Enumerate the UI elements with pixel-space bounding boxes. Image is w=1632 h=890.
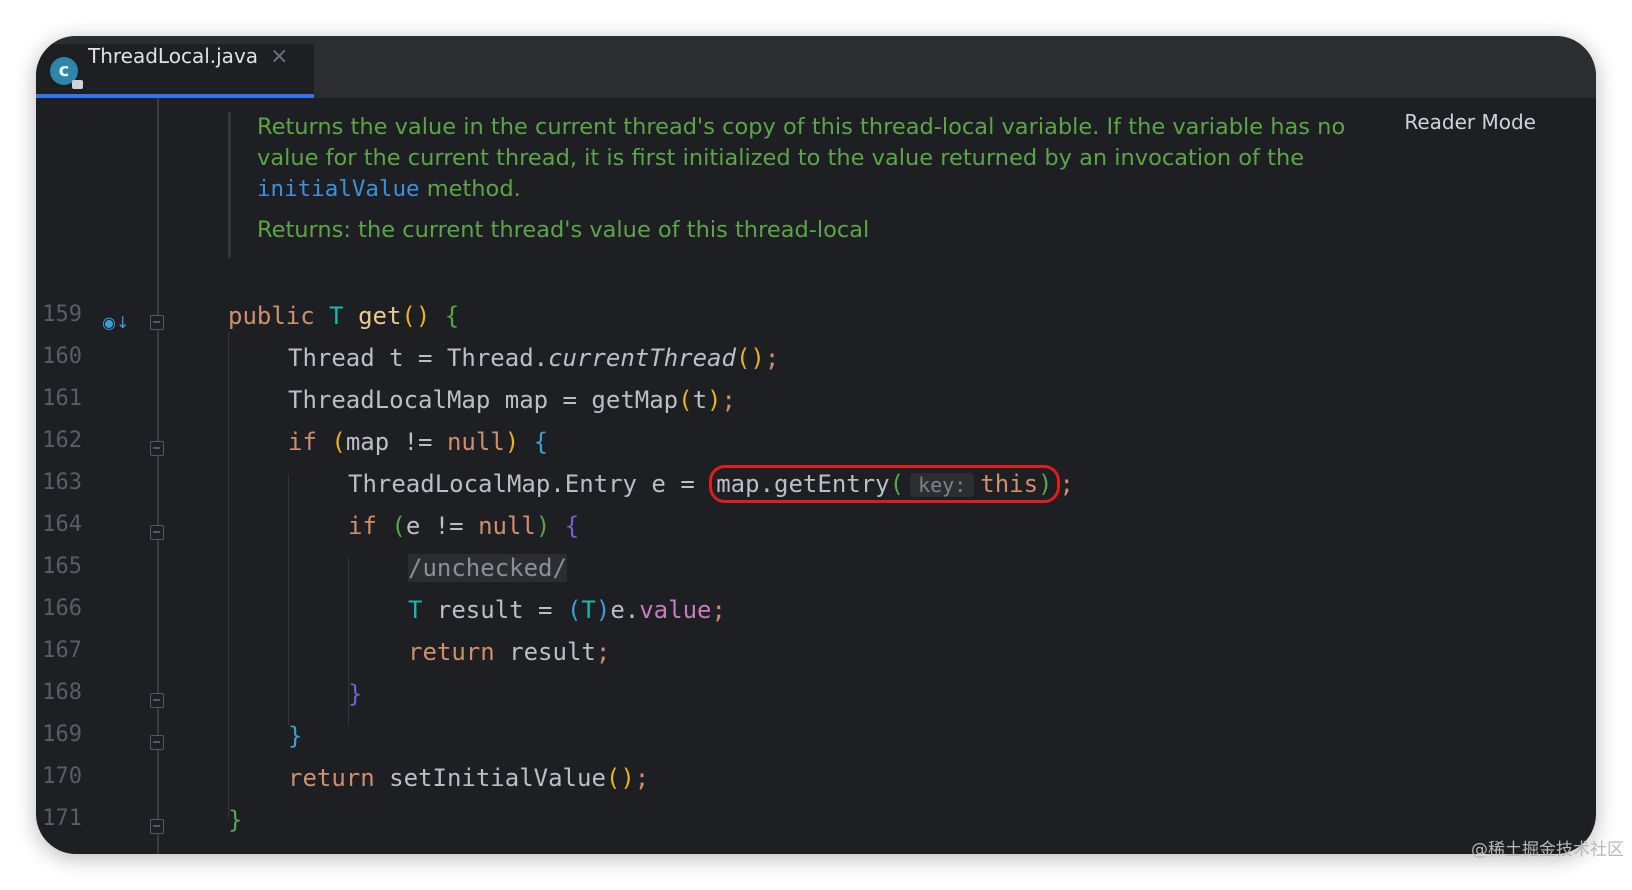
- fold-marker-icon[interactable]: [150, 819, 164, 834]
- line-number: 163: [42, 470, 82, 495]
- code-editor[interactable]: Reader Mode Returns the value in the cur…: [36, 98, 1596, 854]
- code-text: if (map != null) {: [288, 428, 549, 456]
- doc-returns: Returns: the current thread's value of t…: [257, 217, 870, 243]
- code-line-159[interactable]: 159 ◉↓ public T get() {: [36, 302, 1596, 344]
- doc-line: Returns the value in the current thread'…: [257, 114, 1346, 140]
- line-number: 166: [42, 596, 82, 621]
- code-line-162[interactable]: 162 if (map != null) {: [36, 428, 1596, 470]
- code-line-171[interactable]: 171 }: [36, 806, 1596, 848]
- tab-threadlocal-java[interactable]: c ThreadLocal.java ×: [36, 44, 314, 98]
- code-line-169[interactable]: 169 }: [36, 722, 1596, 764]
- line-number: 168: [42, 680, 82, 705]
- code-line-164[interactable]: 164 if (e != null) {: [36, 512, 1596, 554]
- code-line-161[interactable]: 161 ThreadLocalMap map = getMap(t);: [36, 386, 1596, 428]
- code-text: /unchecked/: [408, 554, 567, 596]
- line-number: 160: [42, 344, 82, 369]
- fold-marker-icon[interactable]: [150, 735, 164, 750]
- line-number: 167: [42, 638, 82, 663]
- javadoc-block: Returns the value in the current thread'…: [228, 112, 1428, 258]
- tab-label: ThreadLocal.java: [88, 44, 259, 68]
- code-text: }: [348, 680, 363, 708]
- editor-window: c ThreadLocal.java × Reader Mode Returns…: [36, 36, 1596, 854]
- line-number: 161: [42, 386, 82, 411]
- code-text: }: [228, 806, 243, 834]
- code-text: return setInitialValue();: [288, 764, 650, 792]
- fold-marker-icon[interactable]: [150, 693, 164, 708]
- lock-icon: [72, 80, 83, 89]
- doc-line: initialValue method.: [257, 176, 521, 202]
- parameter-hint: key:: [910, 473, 975, 497]
- code-line-166[interactable]: 166 T result = (T)e.value;: [36, 596, 1596, 638]
- code-text: ThreadLocalMap map = getMap(t);: [288, 386, 736, 414]
- line-number: 169: [42, 722, 82, 747]
- line-number: 159: [42, 302, 82, 327]
- code-line-165[interactable]: 165 /unchecked/: [36, 554, 1596, 596]
- fold-marker-icon[interactable]: [150, 525, 164, 540]
- doc-link-initialvalue[interactable]: initialValue: [257, 176, 420, 202]
- code-line-163[interactable]: 163 ThreadLocalMap.Entry e = map.getEntr…: [36, 465, 1596, 512]
- code-text: }: [288, 722, 303, 750]
- highlight-box: map.getEntry(key: this): [709, 465, 1060, 503]
- comment: /unchecked/: [408, 554, 567, 582]
- override-method-icon[interactable]: ◉↓: [102, 312, 129, 334]
- code-text: Thread t = Thread.currentThread();: [288, 344, 780, 372]
- code-line-168[interactable]: 168 }: [36, 680, 1596, 722]
- fold-marker-icon[interactable]: [150, 315, 164, 330]
- code-line-160[interactable]: 160 Thread t = Thread.currentThread();: [36, 344, 1596, 386]
- doc-line: value for the current thread, it is firs…: [257, 145, 1305, 171]
- code-text: ThreadLocalMap.Entry e = map.getEntry(ke…: [348, 465, 1074, 512]
- line-number: 165: [42, 554, 82, 579]
- line-number: 162: [42, 428, 82, 453]
- line-number: 171: [42, 806, 82, 831]
- close-icon[interactable]: ×: [270, 44, 288, 94]
- code-text: public T get() {: [228, 302, 460, 330]
- code-text: T result = (T)e.value;: [408, 596, 726, 624]
- tab-bar: c ThreadLocal.java ×: [36, 36, 1596, 98]
- code-line-170[interactable]: 170 return setInitialValue();: [36, 764, 1596, 806]
- fold-marker-icon[interactable]: [150, 441, 164, 456]
- code-line-167[interactable]: 167 return result;: [36, 638, 1596, 680]
- code-text: if (e != null) {: [348, 512, 580, 540]
- watermark: @稀土掘金技术社区: [1471, 840, 1624, 860]
- code-text: return result;: [408, 638, 611, 666]
- line-number: 164: [42, 512, 82, 537]
- line-number: 170: [42, 764, 82, 789]
- java-class-icon: c: [50, 57, 83, 89]
